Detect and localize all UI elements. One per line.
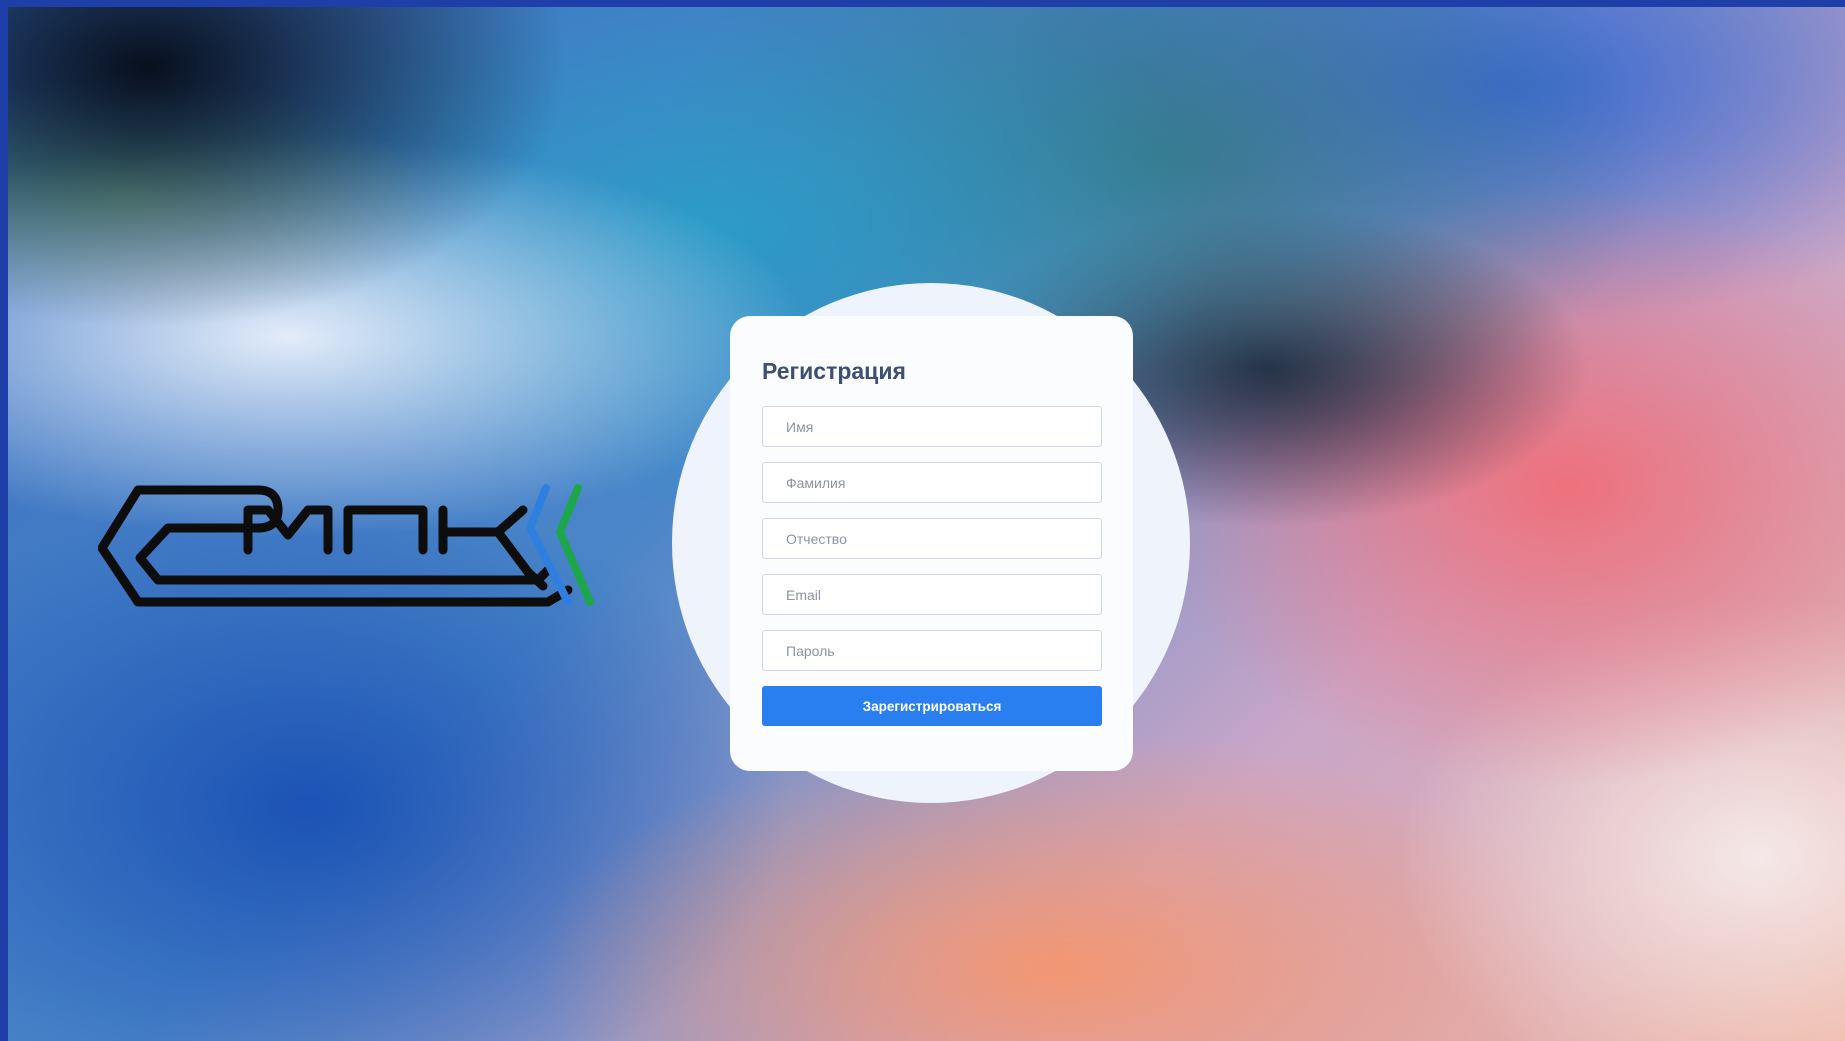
password-input[interactable] (762, 630, 1102, 671)
email-input[interactable] (762, 574, 1102, 615)
first-name-input[interactable] (762, 406, 1102, 447)
registration-page: Регистрация Зарегистрироваться (0, 0, 1845, 1041)
registration-card: Регистрация Зарегистрироваться (730, 316, 1133, 771)
register-button[interactable]: Зарегистрироваться (762, 686, 1102, 726)
smpk-logo-icon (98, 484, 594, 607)
form-title: Регистрация (762, 358, 906, 384)
last-name-input[interactable] (762, 462, 1102, 503)
middle-name-input[interactable] (762, 518, 1102, 559)
